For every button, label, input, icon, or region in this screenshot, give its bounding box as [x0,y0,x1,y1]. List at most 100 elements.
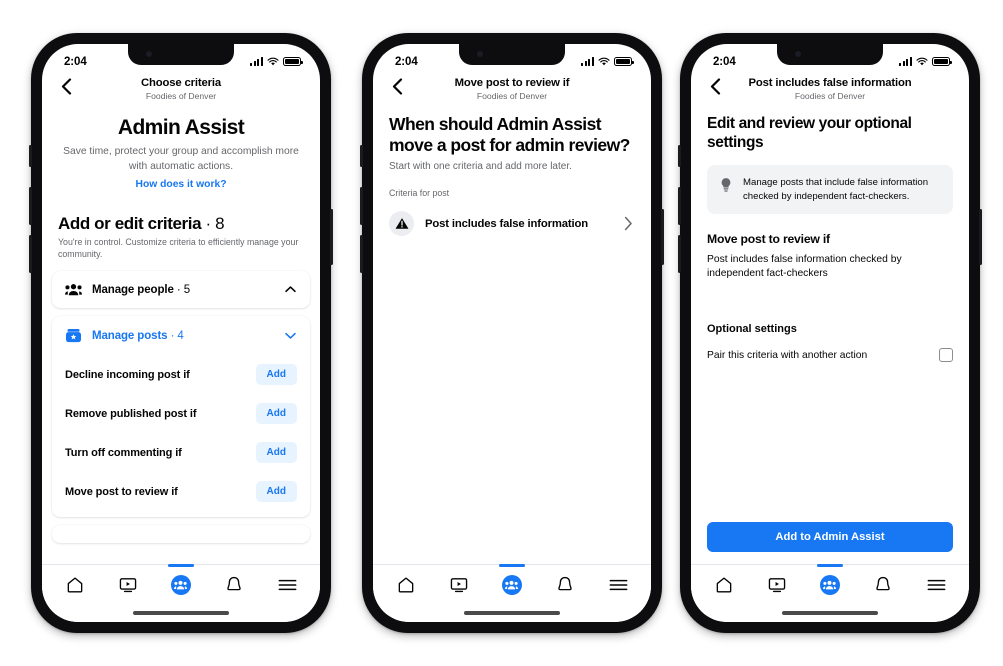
tab-notifications[interactable] [543,565,587,604]
power-button [330,209,333,265]
tab-menu[interactable] [596,565,640,604]
tab-groups[interactable] [159,564,203,604]
criteria-row-label: Turn off commenting if [65,446,182,459]
info-tip-box: Manage posts that include false informat… [707,165,953,215]
screen-2-content: When should Admin Assist move a post for… [373,111,651,564]
chevron-up-icon[interactable] [284,283,297,296]
hamburger-menu-icon [609,579,628,590]
section-title: Add or edit criteria · 8 [58,214,304,234]
status-icons [580,57,634,67]
volume-up-button [29,187,32,225]
page-title: Admin Assist [117,116,245,139]
battery-icon [932,57,952,66]
home-indicator[interactable] [133,611,229,615]
chevron-down-icon[interactable] [284,329,297,342]
front-camera-icon [146,51,152,57]
nav-subtitle: Foodies of Denver [794,91,866,101]
chevron-left-icon [710,77,720,95]
screenshot-stage: 2:04 Choose criteria Foodies of Denver A… [0,0,1003,666]
volume-down-button [678,235,681,273]
cellular-signal-icon [580,57,594,66]
nav-title: Choose criteria [141,77,221,89]
tab-home[interactable] [702,565,746,604]
chevron-left-icon [392,77,402,95]
add-to-admin-assist-button[interactable]: Add to Admin Assist [707,522,953,552]
card-title-text: Manage people [92,283,174,296]
tab-bar-1 [42,564,320,604]
cellular-signal-icon [249,57,263,66]
page-heading: Edit and review your optional settings [707,115,912,151]
power-button [661,209,664,265]
tab-groups[interactable] [490,564,534,604]
warning-triangle-icon [389,211,414,236]
tab-watch[interactable] [755,565,799,604]
groups-icon [501,574,522,595]
section-title-text: Add or edit criteria [58,214,202,233]
status-clock: 2:04 [713,55,736,68]
tab-watch[interactable] [437,565,481,604]
card-header-manage-posts[interactable]: Manage posts · 4 [52,316,310,355]
tab-notifications[interactable] [861,565,905,604]
battery-icon [283,57,303,66]
section-count: · 8 [205,214,225,233]
bell-icon [876,576,890,590]
active-tab-indicator [816,564,843,567]
phone-mockup-2: 2:04 Move post to review if Foodies of D… [360,33,664,633]
manage-people-icon [65,284,82,296]
chevron-left-icon [61,77,71,95]
groups-glyph-icon [505,580,519,589]
status-clock: 2:04 [395,55,418,68]
admin-assist-hero: Admin Assist Save time, protect your gro… [42,111,320,192]
criteria-option-row[interactable]: Post includes false information [389,211,635,236]
add-button[interactable]: Add [255,403,297,424]
phone-mockup-1: 2:04 Choose criteria Foodies of Denver A… [29,33,333,633]
power-button [979,209,982,265]
home-indicator-area-1 [42,604,320,622]
card-header-manage-people[interactable]: Manage people · 5 [52,271,310,308]
page-heading: When should Admin Assist move a post for… [389,114,630,155]
mute-switch [360,145,363,167]
phone-screen-3: 2:04 Post includes false information Foo… [691,44,969,622]
nav-subtitle: Foodies of Denver [145,91,217,101]
phone-mockup-3: 2:04 Post includes false information Foo… [678,33,982,633]
criteria-row: Remove published post if Add [52,394,310,433]
tab-menu[interactable] [265,565,309,604]
wifi-icon [598,57,610,65]
tab-watch[interactable] [106,565,150,604]
tab-home[interactable] [384,565,428,604]
tab-notifications[interactable] [212,565,256,604]
add-button[interactable]: Add [255,442,297,463]
mute-switch [29,145,32,167]
tab-groups[interactable] [808,564,852,604]
groups-icon [170,574,191,595]
card-partially-visible[interactable] [52,525,310,543]
cta-container: Add to Admin Assist [707,522,953,564]
optional-settings-panel: Edit and review your optional settings M… [691,111,969,564]
hamburger-menu-icon [278,579,297,590]
battery-icon [614,57,634,66]
tab-menu[interactable] [914,565,958,604]
add-button[interactable]: Add [255,481,297,502]
back-button[interactable] [704,75,726,97]
tab-home[interactable] [53,565,97,604]
pair-criteria-row[interactable]: Pair this criteria with another action [707,348,953,363]
optional-settings-title: Optional settings [707,323,797,336]
back-button[interactable] [55,75,77,97]
card-count: · 4 [170,329,184,342]
info-tip-text: Manage posts that include false informat… [743,177,929,202]
notch [459,44,565,65]
video-icon [119,577,137,592]
back-button[interactable] [386,75,408,97]
bell-icon [227,576,241,590]
how-does-it-work-link[interactable]: How does it work? [136,179,227,190]
add-button[interactable]: Add [255,364,297,385]
home-indicator[interactable] [782,611,878,615]
home-indicator[interactable] [464,611,560,615]
video-icon [768,577,786,592]
nav-header-1: Choose criteria Foodies of Denver [42,73,320,111]
criteria-row: Turn off commenting if Add [52,433,310,472]
card-manage-posts: Manage posts · 4 Decline incoming post i… [52,316,310,517]
status-icons [249,57,303,67]
phone-screen-1: 2:04 Choose criteria Foodies of Denver A… [42,44,320,622]
pair-criteria-checkbox[interactable] [939,348,953,363]
